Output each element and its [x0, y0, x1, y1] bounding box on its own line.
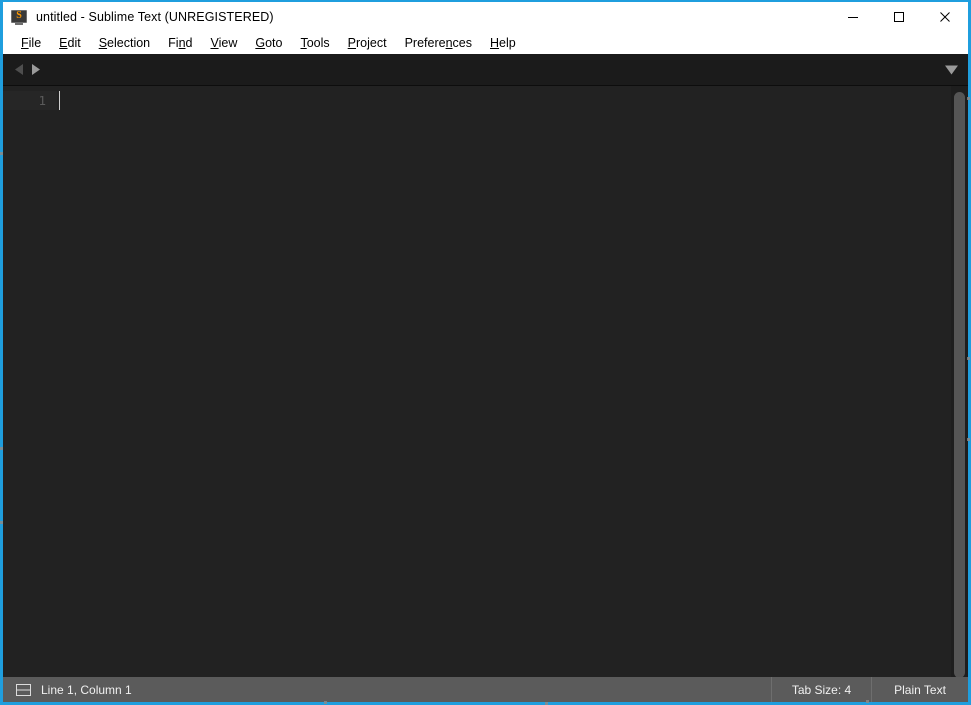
menu-item-selection[interactable]: Selection: [90, 33, 159, 53]
text-editor-pane[interactable]: [57, 86, 968, 677]
status-bar: Line 1, Column 1 Tab Size: 4 Plain Text: [3, 677, 968, 702]
editor-area[interactable]: 1: [3, 86, 968, 677]
desktop-speck: [967, 357, 970, 360]
menu-item-edit[interactable]: Edit: [50, 33, 90, 53]
menu-item-find[interactable]: Find: [159, 33, 201, 53]
title-bar[interactable]: S untitled - Sublime Text (UNREGISTERED): [3, 2, 968, 31]
split-panel-icon[interactable]: [16, 683, 31, 696]
maximize-button[interactable]: [876, 2, 922, 31]
close-icon: [940, 11, 950, 22]
tab-size-label: Tab Size: 4: [791, 682, 852, 697]
menu-item-tools[interactable]: Tools: [291, 33, 338, 53]
maximize-icon: [894, 11, 904, 22]
menu-item-file[interactable]: File: [12, 33, 50, 53]
minimize-button[interactable]: [830, 2, 876, 31]
syntax-button[interactable]: Plain Text: [871, 677, 968, 702]
menu-item-goto[interactable]: Goto: [246, 33, 291, 53]
menu-item-help[interactable]: Help: [481, 33, 525, 53]
status-bar-left: Line 1, Column 1: [16, 683, 132, 697]
desktop-speck: [967, 438, 970, 441]
chevron-down-icon[interactable]: [945, 65, 958, 74]
tab-navigation: [15, 64, 40, 75]
tab-size-button[interactable]: Tab Size: 4: [771, 677, 871, 702]
sublime-text-window: S untitled - Sublime Text (UNREGISTERED): [0, 0, 971, 705]
sublime-text-icon: S: [11, 9, 27, 25]
arrow-right-icon[interactable]: [31, 64, 40, 75]
status-bar-right: Tab Size: 4 Plain Text: [771, 677, 968, 702]
menu-item-view[interactable]: View: [201, 33, 246, 53]
desktop-speck: [324, 701, 327, 704]
menu-bar: File Edit Selection Find View Goto Tools…: [3, 31, 968, 54]
menu-item-preferences[interactable]: Preferences: [396, 33, 481, 53]
desktop-speck: [967, 97, 970, 100]
desktop-speck: [0, 152, 3, 155]
desktop-speck: [0, 521, 3, 524]
minimize-icon: [848, 16, 858, 18]
desktop-speck: [0, 447, 3, 450]
tab-bar: [3, 54, 968, 86]
cursor-position: Line 1, Column 1: [41, 682, 132, 697]
close-button[interactable]: [922, 2, 968, 31]
syntax-label: Plain Text: [894, 682, 946, 697]
window-title: untitled - Sublime Text (UNREGISTERED): [36, 9, 274, 24]
vertical-scrollbar[interactable]: [951, 86, 968, 677]
scrollbar-thumb[interactable]: [954, 92, 965, 677]
desktop-speck: [866, 700, 869, 703]
arrow-left-icon[interactable]: [15, 64, 24, 75]
line-number-gutter: 1: [3, 86, 57, 677]
menu-item-project[interactable]: Project: [339, 33, 396, 53]
line-number: 1: [3, 91, 57, 110]
text-caret: [59, 91, 60, 110]
window-controls: [830, 2, 968, 31]
